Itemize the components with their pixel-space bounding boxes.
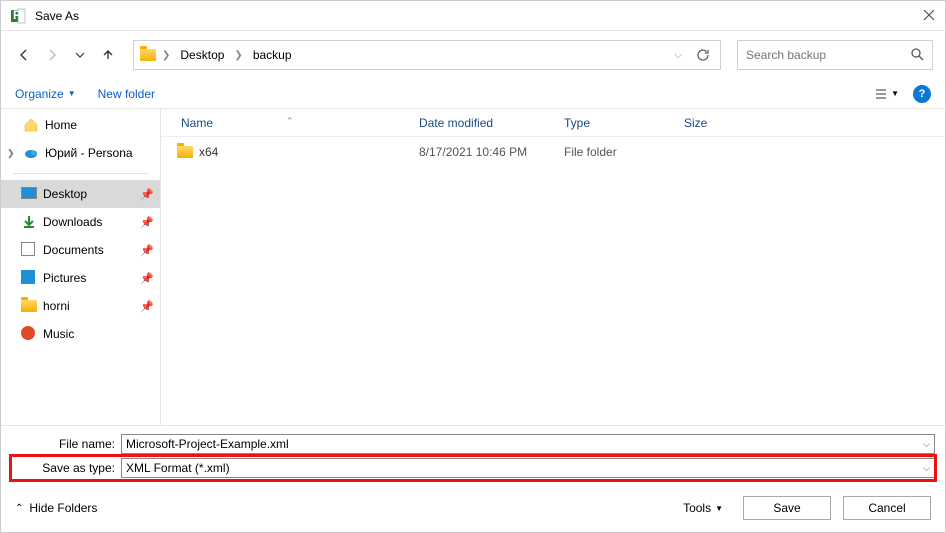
chevron-right-icon[interactable]: ❯ (234, 50, 242, 61)
sidebar-item-downloads[interactable]: Downloads 📌 (1, 208, 160, 236)
sidebar-item-documents[interactable]: Documents 📌 (1, 236, 160, 264)
search-input[interactable] (746, 48, 910, 62)
close-icon[interactable] (923, 9, 937, 23)
document-icon (21, 242, 37, 258)
sidebar-item-label: Pictures (43, 271, 134, 285)
view-dropdown[interactable]: ▼ (874, 87, 899, 101)
new-folder-button[interactable]: New folder (98, 87, 155, 101)
toolbar: Organize ▼ New folder ▼ ? (1, 79, 945, 109)
column-headers: ⌃ Name Date modified Type Size (161, 109, 945, 137)
column-header-date[interactable]: Date modified (411, 116, 556, 130)
search-icon[interactable] (910, 47, 924, 64)
sidebar-item-label: horni (43, 299, 134, 313)
form-area: File name: ⌵ Save as type: XML Format (*… (1, 425, 945, 484)
sidebar-item-label: Documents (43, 243, 134, 257)
sidebar-item-music[interactable]: Music (1, 320, 160, 348)
app-icon: P (9, 7, 27, 25)
chevron-right-icon[interactable]: ❯ (162, 50, 170, 61)
refresh-icon[interactable] (692, 48, 714, 62)
pin-icon: 📌 (140, 244, 154, 257)
tools-label: Tools (683, 501, 711, 515)
tools-dropdown[interactable]: Tools ▼ (683, 501, 723, 515)
sidebar-item-label: Юрий - Persona (45, 146, 154, 160)
save-button[interactable]: Save (743, 496, 831, 520)
column-header-size[interactable]: Size (676, 116, 756, 130)
forward-button[interactable] (41, 44, 63, 66)
column-label: Name (181, 116, 213, 130)
sidebar-item-desktop[interactable]: Desktop 📌 (1, 180, 160, 208)
pin-icon: 📌 (140, 272, 154, 285)
hide-folders-button[interactable]: ⌃ Hide Folders (15, 501, 97, 515)
chevron-down-icon[interactable]: ⌵ (923, 463, 930, 474)
sidebar: Home ❯ Юрий - Persona Desktop 📌 Download… (1, 109, 161, 425)
pin-icon: 📌 (140, 216, 154, 229)
back-button[interactable] (13, 44, 35, 66)
column-header-name[interactable]: ⌃ Name (161, 116, 411, 130)
file-name-input[interactable] (126, 437, 923, 451)
recent-dropdown[interactable] (69, 44, 91, 66)
folder-icon (21, 298, 37, 314)
organize-button[interactable]: Organize ▼ (15, 87, 76, 101)
sidebar-item-pictures[interactable]: Pictures 📌 (1, 264, 160, 292)
save-as-type-combo[interactable]: XML Format (*.xml) ⌵ (121, 458, 935, 478)
file-date: 8/17/2021 10:46 PM (411, 145, 556, 159)
up-button[interactable] (97, 44, 119, 66)
file-name-row: File name: ⌵ (11, 432, 935, 456)
column-header-type[interactable]: Type (556, 116, 676, 130)
footer: ⌃ Hide Folders Tools ▼ Save Cancel (1, 484, 945, 532)
hide-folders-label: Hide Folders (29, 501, 97, 515)
desktop-icon (21, 186, 37, 202)
file-row[interactable]: x64 8/17/2021 10:46 PM File folder (161, 137, 945, 167)
sidebar-item-label: Desktop (43, 187, 134, 201)
onedrive-icon (23, 145, 39, 161)
sidebar-item-onedrive[interactable]: ❯ Юрий - Persona (1, 139, 160, 167)
breadcrumb-backup[interactable]: backup (249, 46, 296, 64)
address-bar[interactable]: ❯ Desktop ❯ backup ⌵ (133, 40, 721, 70)
cancel-button[interactable]: Cancel (843, 496, 931, 520)
sidebar-item-home[interactable]: Home (1, 111, 160, 139)
sidebar-item-label: Music (43, 327, 154, 341)
pin-icon: 📌 (140, 300, 154, 313)
music-icon (21, 326, 37, 342)
file-name-combo[interactable]: ⌵ (121, 434, 935, 454)
chevron-down-icon: ▼ (715, 504, 723, 513)
sidebar-item-label: Downloads (43, 215, 134, 229)
save-as-type-label: Save as type: (11, 461, 115, 475)
file-name-label: File name: (11, 437, 115, 451)
folder-icon (177, 144, 193, 160)
file-name: x64 (199, 145, 218, 159)
search-box[interactable] (737, 40, 933, 70)
svg-text:P: P (13, 8, 21, 22)
chevron-right-icon[interactable]: ❯ (7, 148, 17, 159)
breadcrumb-desktop[interactable]: Desktop (176, 46, 228, 64)
save-as-type-value: XML Format (*.xml) (126, 461, 923, 475)
sidebar-item-label: Home (45, 118, 154, 132)
file-panel: ⌃ Name Date modified Type Size x64 8/17/2… (161, 109, 945, 425)
folder-icon (140, 47, 156, 63)
window-title: Save As (35, 9, 79, 23)
chevron-down-icon[interactable]: ⌵ (923, 439, 930, 450)
chevron-up-icon: ⌃ (15, 503, 23, 514)
nav-row: ❯ Desktop ❯ backup ⌵ (1, 31, 945, 79)
save-as-type-row: Save as type: XML Format (*.xml) ⌵ (11, 456, 935, 480)
download-icon (21, 214, 37, 230)
address-dropdown[interactable]: ⌵ (670, 50, 686, 61)
pin-icon: 📌 (140, 188, 154, 201)
home-icon (23, 117, 39, 133)
organize-label: Organize (15, 87, 64, 101)
body: Home ❯ Юрий - Persona Desktop 📌 Download… (1, 109, 945, 425)
chevron-down-icon: ▼ (68, 89, 76, 98)
sidebar-item-horni[interactable]: horni 📌 (1, 292, 160, 320)
file-type: File folder (556, 145, 676, 159)
sort-caret-icon: ⌃ (286, 116, 294, 127)
help-icon[interactable]: ? (913, 85, 931, 103)
picture-icon (21, 270, 37, 286)
title-bar: P Save As (1, 1, 945, 31)
